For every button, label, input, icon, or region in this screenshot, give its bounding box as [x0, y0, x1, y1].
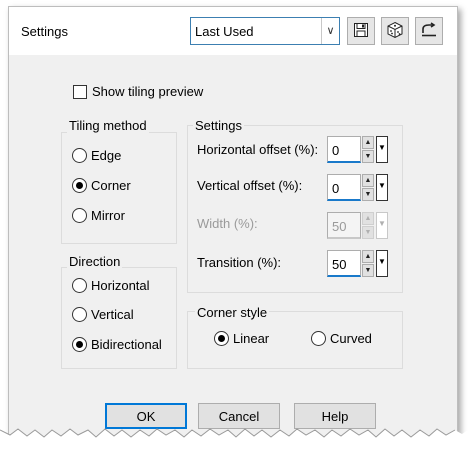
spin-down-icon[interactable]: ▼ [362, 264, 374, 277]
horizontal-offset-label: Horizontal offset (%): [197, 142, 319, 157]
radio-label-mirror: Mirror [91, 208, 125, 223]
radio-label-bidirectional: Bidirectional [91, 337, 162, 352]
radio-label-vertical: Vertical [91, 307, 134, 322]
horizontal-offset-dropdown[interactable]: ▼ [376, 136, 388, 163]
radio-button[interactable] [72, 278, 87, 293]
radio-corner[interactable]: Corner [72, 178, 131, 193]
tiling-method-label: Tiling method [67, 118, 149, 133]
transition-value: 50 [332, 257, 347, 272]
radio-button[interactable] [72, 208, 87, 223]
vertical-offset-dropdown[interactable]: ▼ [376, 174, 388, 201]
vertical-offset-value: 0 [332, 181, 340, 196]
save-icon [353, 22, 369, 41]
radio-label-linear: Linear [233, 331, 270, 346]
spin-up-icon[interactable]: ▲ [362, 136, 374, 149]
horizontal-offset-spinner[interactable]: ▲ ▼ [362, 136, 374, 163]
dice-icon [386, 21, 404, 42]
show-tiling-preview-checkbox[interactable]: Show tiling preview [73, 84, 203, 99]
radio-horizontal[interactable]: Horizontal [72, 278, 150, 293]
width-value: 50 [332, 219, 347, 234]
radio-linear[interactable]: Linear [214, 331, 269, 346]
settings-group-label: Settings [193, 118, 244, 133]
spin-down-icon[interactable]: ▼ [362, 188, 374, 201]
radio-vertical[interactable]: Vertical [72, 307, 134, 322]
spin-down-icon[interactable]: ▼ [362, 150, 374, 163]
radio-button[interactable] [72, 307, 87, 322]
width-label: Width (%): [197, 216, 258, 231]
transition-label: Transition (%): [197, 255, 282, 270]
direction-label: Direction [67, 254, 123, 269]
horizontal-offset-value: 0 [332, 143, 340, 158]
radio-mirror[interactable]: Mirror [72, 208, 125, 223]
transition-dropdown[interactable]: ▼ [376, 250, 388, 277]
width-input: 50 [327, 212, 361, 239]
width-spinner: ▲ ▼ [362, 212, 374, 239]
radio-label-corner: Corner [91, 178, 131, 193]
dialog-header: Settings Last Used ∨ [9, 7, 457, 55]
radio-button[interactable] [311, 331, 326, 346]
chevron-down-icon[interactable]: ∨ [321, 18, 339, 44]
reset-icon [420, 21, 438, 42]
radio-curved[interactable]: Curved [311, 331, 372, 346]
save-preset-button[interactable] [347, 17, 375, 45]
radio-bidirectional[interactable]: Bidirectional [72, 337, 162, 352]
randomize-button[interactable] [381, 17, 409, 45]
vertical-offset-label: Vertical offset (%): [197, 178, 303, 193]
transition-spinner[interactable]: ▲ ▼ [362, 250, 374, 277]
show-tiling-preview-label: Show tiling preview [92, 84, 204, 99]
spin-up-icon[interactable]: ▲ [362, 250, 374, 263]
triangle-down-icon: ▼ [378, 143, 386, 152]
reset-defaults-button[interactable] [415, 17, 443, 45]
triangle-down-icon: ▼ [378, 181, 386, 190]
radio-button[interactable] [72, 337, 87, 352]
vertical-offset-input[interactable]: 0 [327, 174, 361, 201]
horizontal-offset-input[interactable]: 0 [327, 136, 361, 163]
radio-button[interactable] [72, 148, 87, 163]
radio-label-horizontal: Horizontal [91, 278, 150, 293]
radio-label-curved: Curved [330, 331, 372, 346]
transition-input[interactable]: 50 [327, 250, 361, 277]
settings-dialog: Settings Last Used ∨ Show tiling preview… [8, 6, 458, 438]
triangle-down-icon: ▼ [378, 219, 386, 228]
spin-up-icon: ▲ [362, 212, 374, 225]
spin-up-icon[interactable]: ▲ [362, 174, 374, 187]
spin-down-icon: ▼ [362, 226, 374, 239]
checkbox-box[interactable] [73, 84, 87, 99]
radio-label-edge: Edge [91, 148, 122, 163]
vertical-offset-spinner[interactable]: ▲ ▼ [362, 174, 374, 201]
preset-value: Last Used [195, 24, 254, 39]
preset-dropdown[interactable]: Last Used ∨ [190, 17, 340, 45]
radio-button[interactable] [214, 331, 229, 346]
radio-button[interactable] [72, 178, 87, 193]
dialog-title: Settings [21, 24, 68, 39]
corner-style-label: Corner style [195, 305, 270, 320]
radio-edge[interactable]: Edge [72, 148, 121, 163]
triangle-down-icon: ▼ [378, 257, 386, 266]
torn-edge-decoration [0, 418, 468, 455]
width-dropdown: ▼ [376, 212, 388, 239]
